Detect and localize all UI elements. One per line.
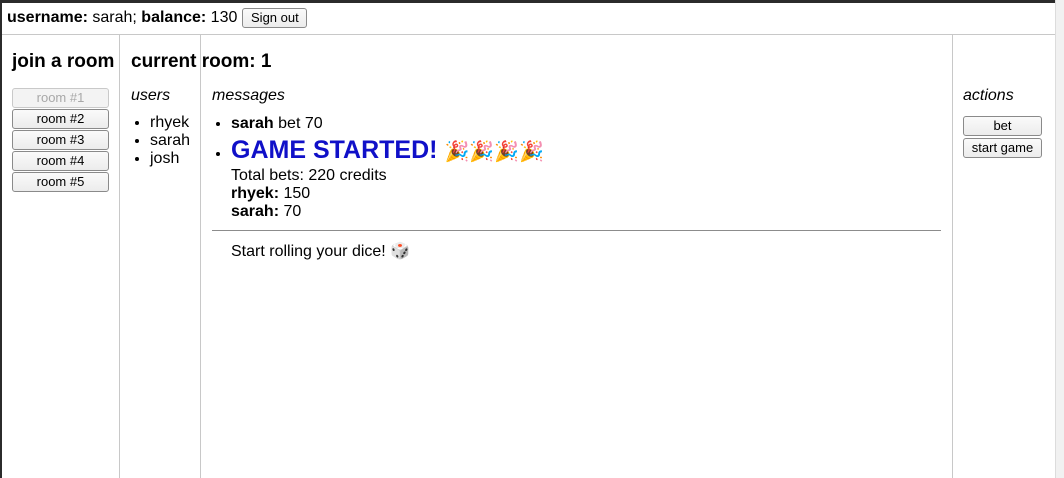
start-game-button[interactable]: start game [963, 138, 1042, 158]
user-item: sarah [150, 132, 190, 150]
dice-icon: 🎲 [390, 243, 411, 260]
messages-heading: messages [212, 87, 285, 104]
current-room-title: current room: 1 [131, 51, 272, 72]
users-divider [200, 34, 201, 478]
user-item: rhyek [150, 114, 190, 132]
bet-summary-row: sarah: 70 [231, 203, 302, 220]
scrollbar[interactable] [1055, 0, 1064, 478]
room-list: room #1 room #2 room #3 room #4 room #5 [12, 88, 109, 193]
room-3-button[interactable]: room #3 [12, 130, 109, 150]
room-1-button[interactable]: room #1 [12, 88, 109, 108]
game-started-message: GAME STARTED! 🎉🎉🎉🎉 Total bets: 220 credi… [212, 135, 961, 261]
balance-label: balance: [141, 9, 207, 26]
users-heading: users [131, 87, 171, 104]
bet-user: sarah [231, 115, 274, 132]
user-status-bar: username: sarah; balance: 130 Sign out [7, 7, 308, 29]
message-divider [212, 230, 941, 231]
roll-instruction: Start rolling your dice! 🎲 [231, 243, 411, 260]
game-started-title: GAME STARTED! [231, 136, 438, 164]
user-list: rhyek sarah josh [131, 114, 190, 168]
username-label: username: [7, 9, 88, 26]
room-4-button[interactable]: room #4 [12, 151, 109, 171]
sign-out-button[interactable]: Sign out [242, 8, 308, 28]
room-2-button[interactable]: room #2 [12, 109, 109, 129]
balance-value: 130 [210, 9, 238, 26]
bet-summary-row: rhyek: 150 [231, 185, 311, 202]
party-popper-icon: 🎉🎉🎉🎉 [444, 141, 545, 163]
header-divider [2, 34, 1055, 35]
bet-text: bet 70 [278, 115, 323, 132]
actions-panel: bet start game [963, 116, 1042, 160]
join-room-title: join a room [12, 51, 115, 72]
username-value: sarah; [92, 9, 137, 26]
bet-message: sarah bet 70 [231, 114, 961, 133]
bet-button[interactable]: bet [963, 116, 1042, 136]
user-item: josh [150, 150, 190, 168]
room-5-button[interactable]: room #5 [12, 172, 109, 192]
actions-heading: actions [963, 87, 1014, 104]
rooms-divider [119, 34, 120, 478]
total-bets: Total bets: 220 credits [231, 167, 387, 184]
message-list: sarah bet 70 GAME STARTED! 🎉🎉🎉🎉 Total be… [212, 114, 961, 261]
